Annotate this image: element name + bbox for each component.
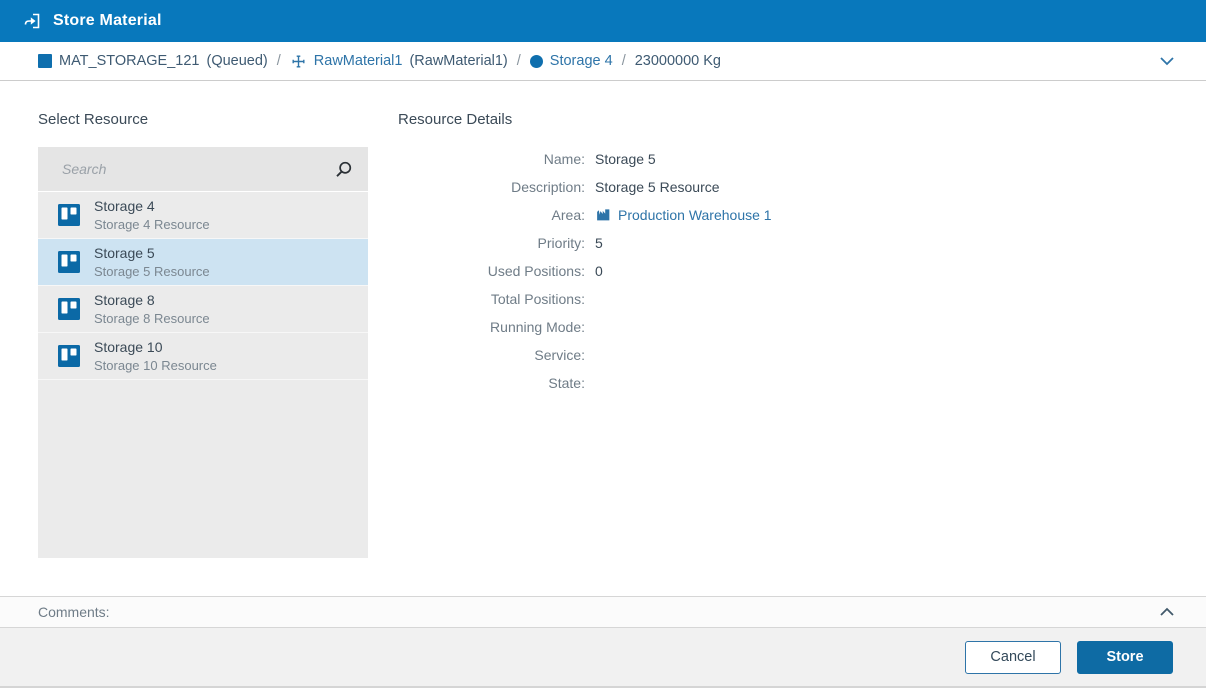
list-item-title: Storage 5 [94,245,210,261]
detail-value-service [595,346,772,374]
detail-value-total-positions [595,290,772,318]
breadcrumb-item-container[interactable]: MAT_STORAGE_121 (Queued) [38,53,268,69]
resource-details-heading: Resource Details [398,111,512,128]
store-arrow-icon [21,10,43,32]
breadcrumb-expand-button[interactable] [1158,55,1176,67]
storage-resource-icon [57,250,81,274]
breadcrumb-resource-name[interactable]: Storage 4 [550,53,613,69]
list-item-subtitle: Storage 10 Resource [94,358,217,374]
detail-label-service: Service: [398,346,585,374]
search-button[interactable] [332,158,355,181]
detail-label-area: Area: [398,206,585,234]
list-item-text: Storage 4 Storage 4 Resource [94,198,210,233]
footer: Cancel Store [0,628,1206,688]
storage-resource-icon [57,203,81,227]
breadcrumb-container-name: MAT_STORAGE_121 [59,53,200,69]
page-title: Store Material [53,12,162,30]
titlebar: Store Material [0,0,1206,42]
detail-value-state [595,374,772,402]
list-item-text: Storage 10 Storage 10 Resource [94,339,217,374]
list-item-title: Storage 10 [94,339,217,355]
breadcrumb-separator: / [277,53,281,69]
storage-resource-icon [57,344,81,368]
list-item-subtitle: Storage 5 Resource [94,264,210,280]
breadcrumb-material-suffix: (RawMaterial1) [409,53,507,69]
detail-label-name: Name: [398,150,585,178]
resource-details: Name: Storage 5 Description: Storage 5 R… [398,150,772,402]
cancel-button[interactable]: Cancel [965,641,1061,674]
area-link-text[interactable]: Production Warehouse 1 [618,206,772,225]
detail-value-used-positions: 0 [595,262,772,290]
container-square-icon [38,54,52,68]
breadcrumb: MAT_STORAGE_121 (Queued) / RawMaterial1 … [0,42,1206,81]
select-resource-heading: Select Resource [38,111,148,128]
list-item-text: Storage 5 Storage 5 Resource [94,245,210,280]
list-item-title: Storage 8 [94,292,210,308]
list-item-storage-10[interactable]: Storage 10 Storage 10 Resource [38,333,368,380]
breadcrumb-separator: / [517,53,521,69]
breadcrumb-material-name[interactable]: RawMaterial1 [314,53,403,69]
detail-label-priority: Priority: [398,234,585,262]
search-icon [334,160,353,179]
resource-circle-icon [530,55,543,68]
list-item-title: Storage 4 [94,198,210,214]
detail-value-area[interactable]: Production Warehouse 1 [595,206,772,234]
resource-list: Storage 4 Storage 4 Resource Storage 5 S… [38,192,368,558]
store-material-dialog: Store Material MAT_STORAGE_121 (Queued) … [0,0,1206,688]
detail-label-description: Description: [398,178,585,206]
detail-value-description: Storage 5 Resource [595,178,772,206]
breadcrumb-separator: / [622,53,626,69]
comments-bar[interactable]: Comments: [0,596,1206,628]
chevron-up-icon [1158,606,1176,618]
resource-search-bar [38,147,368,191]
list-item-subtitle: Storage 8 Resource [94,311,210,327]
breadcrumb-container-status: (Queued) [207,53,268,69]
list-item-storage-4[interactable]: Storage 4 Storage 4 Resource [38,192,368,239]
detail-label-used-positions: Used Positions: [398,262,585,290]
store-button[interactable]: Store [1077,641,1173,674]
list-item-subtitle: Storage 4 Resource [94,217,210,233]
breadcrumb-item-resource[interactable]: Storage 4 [530,53,613,69]
detail-label-total-positions: Total Positions: [398,290,585,318]
breadcrumb-item-quantity: 23000000 Kg [635,53,721,69]
list-item-storage-5[interactable]: Storage 5 Storage 5 Resource [38,239,368,286]
comments-collapse-button[interactable] [1158,606,1176,618]
storage-resource-icon [57,297,81,321]
detail-value-running-mode [595,318,772,346]
factory-icon [595,206,612,223]
material-cross-icon [290,53,307,70]
list-item-storage-8[interactable]: Storage 8 Storage 8 Resource [38,286,368,333]
breadcrumb-item-material[interactable]: RawMaterial1 (RawMaterial1) [290,53,508,70]
detail-label-running-mode: Running Mode: [398,318,585,346]
breadcrumb-quantity: 23000000 Kg [635,53,721,69]
comments-label: Comments: [38,604,110,620]
detail-label-state: State: [398,374,585,402]
detail-value-priority: 5 [595,234,772,262]
detail-value-name: Storage 5 [595,150,772,178]
list-item-text: Storage 8 Storage 8 Resource [94,292,210,327]
search-input[interactable] [62,161,332,177]
